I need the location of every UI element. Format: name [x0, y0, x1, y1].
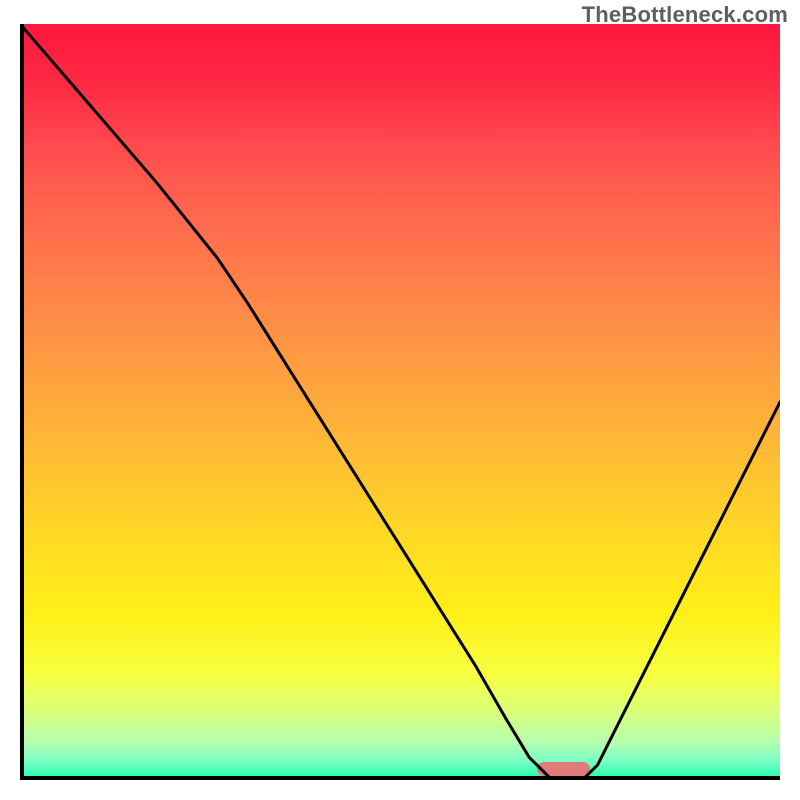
bottleneck-curve-svg	[20, 24, 780, 780]
bottleneck-curve-path	[20, 24, 780, 780]
chart-container: TheBottleneck.com	[0, 0, 800, 800]
plot-area	[20, 24, 780, 780]
watermark-text: TheBottleneck.com	[582, 2, 788, 28]
